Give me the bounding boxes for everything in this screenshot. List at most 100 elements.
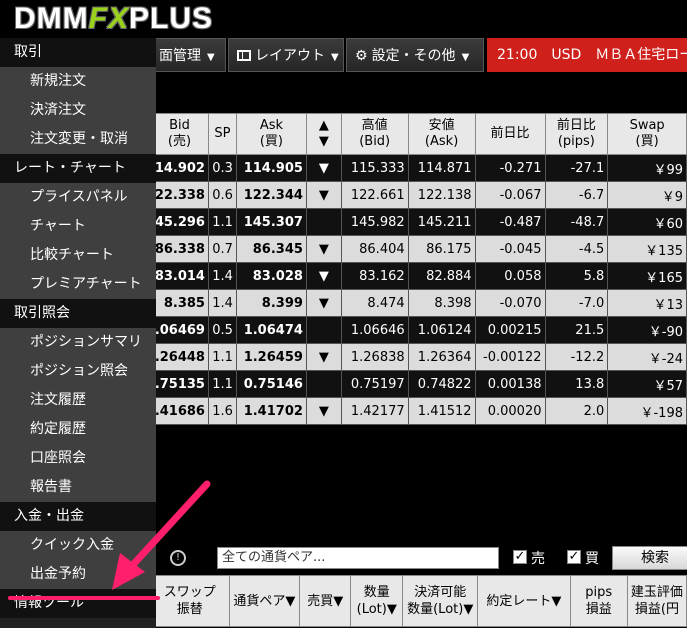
menu-item[interactable]: 約定履歴 — [0, 415, 156, 444]
rate-cell-sp: 1.4 — [207, 262, 237, 290]
rate-column-header[interactable]: Ask (買) — [235, 113, 307, 155]
search-button[interactable]: 検索 — [612, 546, 687, 570]
position-table: スワップ 振替 通貨ペア▼ 売買▼ 数量 (Lot)▼ 決済可能 数量(Lot)▼ 約定レート▼… — [150, 575, 687, 628]
rate-cell-chg: 0.00138 — [474, 370, 546, 398]
rate-column-header[interactable]: ▲ ▼ — [305, 113, 342, 155]
rate-column-header[interactable]: 安値 (Ask) — [407, 113, 476, 155]
rate-column-header[interactable]: Bid (売) — [150, 113, 209, 155]
caret-down-icon: ▼ — [461, 52, 470, 63]
rate-row[interactable]: 83.014 1.4 83.028 ▼ 83.162 82.884 0.058 5.8 ￥165 — [150, 262, 687, 290]
menu-item[interactable]: 出金予約 — [0, 560, 156, 589]
menu-item[interactable]: 注文履歴 — [0, 386, 156, 415]
menu-section-header[interactable]: 取引 — [0, 38, 156, 67]
currency-pair-filter-input[interactable]: 全ての通貨ペア... — [217, 547, 499, 569]
rate-row[interactable]: 14.902 0.3 114.905 ▼ 115.333 114.871 -0.271 -27… — [150, 154, 687, 182]
menu-item[interactable]: プレミアチャート — [0, 270, 156, 299]
rate-cell-ask: 1.06474 — [235, 316, 307, 344]
rate-cell-bid: 86.338 — [150, 235, 209, 263]
rate-cell-pips: -12.2 — [544, 343, 609, 371]
app-logo: DMMFXPLUS — [14, 2, 214, 35]
menu-section-header[interactable]: 取引照会 — [0, 299, 156, 328]
header-line2: 数量(Lot)▼ — [407, 602, 474, 617]
position-column-header[interactable]: 建玉評価 損益(円 — [626, 575, 687, 627]
rate-row[interactable]: 45.296 1.1 145.307 145.982 145.211 -0.487 -48.… — [150, 208, 687, 236]
sell-checkbox[interactable]: ✓ — [513, 550, 527, 564]
rate-cell-low: 8.398 — [407, 289, 476, 317]
rate-cell-ask: 83.028 — [235, 262, 307, 290]
manage-menu-button[interactable]: 面管理 ▼ — [150, 38, 226, 72]
buy-checkbox[interactable]: ✓ — [567, 550, 581, 564]
rate-cell-low: 0.74822 — [407, 370, 476, 398]
rate-column-header[interactable]: 前日比 — [474, 113, 546, 155]
rate-cell-arrow — [305, 370, 342, 398]
rate-cell-high: 145.982 — [340, 208, 409, 236]
news-ticker[interactable]: 21:00 USD ＭＢＡ住宅ローン申 — [487, 38, 687, 72]
rate-row[interactable]: 8.385 1.4 8.399 ▼ 8.474 8.398 -0.070 -7.0 ￥13 — [150, 289, 687, 317]
rate-cell-pips: -6.7 — [544, 181, 609, 209]
menu-item[interactable]: 注文変更・取消 — [0, 125, 156, 154]
position-filter-bar: ! 全ての通貨ペア... ✓ 売 ✓ 買 検索 — [150, 540, 687, 575]
header-line1: 前日比 — [490, 126, 530, 141]
menu-item[interactable]: 決済注文 — [0, 96, 156, 125]
rate-column-header[interactable]: SP — [207, 113, 237, 155]
menu-item[interactable]: 口座照会 — [0, 444, 156, 473]
menu-item[interactable]: ポジションサマリ — [0, 328, 156, 357]
rate-cell-swap: ￥9 — [607, 181, 687, 209]
position-column-header[interactable]: 数量 (Lot)▼ — [350, 575, 404, 627]
menu-item[interactable]: プライスパネル — [0, 183, 156, 212]
rate-table: Bid (売) SP Ask (買) ▲ ▼ 高値 (Bid) 安値 (Ask) 前日比 前日比 (pip… — [150, 113, 687, 425]
rate-column-header[interactable]: 前日比 (pips) — [544, 113, 609, 155]
header-line1: Swap — [629, 118, 665, 133]
rate-column-header[interactable]: 高値 (Bid) — [340, 113, 409, 155]
menu-item[interactable]: チャート — [0, 212, 156, 241]
position-column-header[interactable]: スワップ 振替 — [150, 575, 230, 627]
position-column-header[interactable]: 決済可能 数量(Lot)▼ — [402, 575, 479, 627]
header-line2: (売) — [167, 134, 192, 149]
menu-section-header[interactable]: レート・チャート — [0, 154, 156, 183]
settings-menu-button[interactable]: ⚙ 設定・その他 ▼ — [346, 38, 484, 72]
header-line1: 高値 — [361, 118, 388, 133]
rate-cell-bid: 14.902 — [150, 154, 209, 182]
menu-section-header[interactable]: 入金・出金 — [0, 502, 156, 531]
side-menu: 取引 新規注文 決済注文 注文変更・取消 レート・チャート プライスパネル チャート 比較チャ… — [0, 38, 156, 628]
rate-cell-arrow: ▼ — [305, 154, 342, 182]
rate-cell-arrow — [305, 316, 342, 344]
header-line1: SP — [214, 126, 231, 141]
caret-down-icon: ▼ — [207, 52, 215, 63]
menu-item[interactable]: 新規注文 — [0, 67, 156, 96]
rate-cell-chg: 0.058 — [474, 262, 546, 290]
info-icon[interactable]: ! — [170, 550, 186, 566]
position-column-header[interactable]: pips 損益 — [569, 575, 628, 627]
menu-section-header[interactable]: 情報ツール — [0, 589, 156, 618]
rate-cell-chg: -0.070 — [474, 289, 546, 317]
rate-row[interactable]: .06469 0.5 1.06474 1.06646 1.06124 0.00215 21.… — [150, 316, 687, 344]
rate-row[interactable]: .26448 1.1 1.26459 ▼ 1.26838 1.26364 -0.00122-… — [150, 343, 687, 371]
header-line1: 前日比 — [556, 118, 596, 133]
position-column-header[interactable]: 通貨ペア▼ — [228, 575, 301, 627]
rate-row[interactable]: 22.338 0.6 122.344 ▼ 122.661 122.138 -0.067 -6.… — [150, 181, 687, 209]
menu-item[interactable]: ポジション照会 — [0, 357, 156, 386]
position-column-header[interactable]: 売買▼ — [299, 575, 352, 627]
header-line1: 通貨ペア▼ — [233, 593, 296, 609]
rate-row[interactable]: .41686 1.6 1.41702 ▼ 1.42177 1.41512 0.00020 2.… — [150, 397, 687, 425]
rate-column-header[interactable]: Swap (買) — [607, 113, 687, 155]
menu-item[interactable]: クイック入金 — [0, 531, 156, 560]
rate-cell-bid: .41686 — [150, 397, 209, 425]
position-column-header[interactable]: 約定レート▼ — [477, 575, 571, 627]
menu-item[interactable]: 比較チャート — [0, 241, 156, 270]
layout-menu-button[interactable]: レイアウト ▼ — [228, 38, 344, 72]
rate-row[interactable]: 86.338 0.7 86.345 ▼ 86.404 86.175 -0.045 -4.5 ￥1… — [150, 235, 687, 263]
header-line1: 安値 — [428, 118, 455, 133]
menu-item[interactable]: 報告書 — [0, 473, 156, 502]
rate-cell-ask: 114.905 — [235, 154, 307, 182]
rate-cell-sp: 1.1 — [207, 343, 237, 371]
rate-cell-pips: 21.5 — [544, 316, 609, 344]
layout-icon — [237, 50, 251, 61]
rate-cell-low: 1.41512 — [407, 397, 476, 425]
rate-cell-chg: -0.067 — [474, 181, 546, 209]
rate-cell-sp: 1.1 — [207, 370, 237, 398]
rate-cell-swap: ￥57 — [607, 370, 687, 398]
settings-menu-label: 設定・その他 — [371, 48, 456, 64]
rate-row[interactable]: .75135 1.1 0.75146 0.75197 0.74822 0.00138 13.… — [150, 370, 687, 398]
rate-cell-pips: 5.8 — [544, 262, 609, 290]
